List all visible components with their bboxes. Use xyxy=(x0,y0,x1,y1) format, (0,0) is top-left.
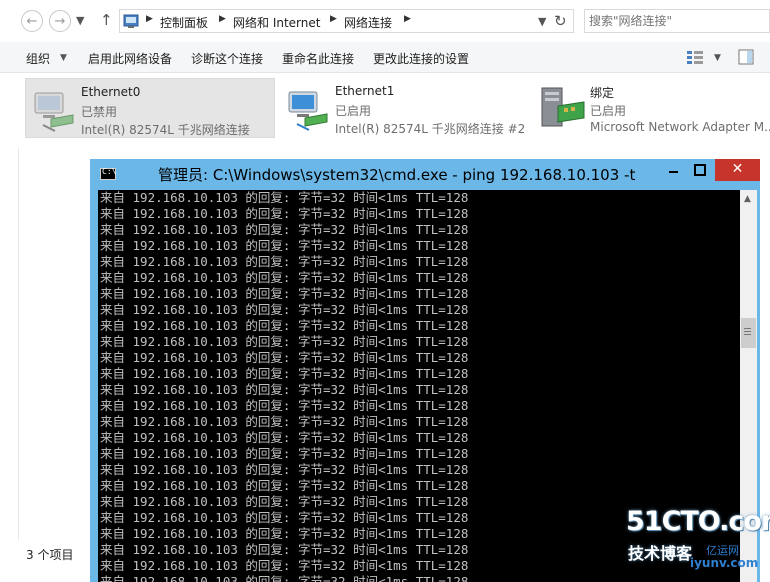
console-line: 来自 192.168.10.103 的回复: 字节=32 时间<1ms TTL=… xyxy=(100,430,469,445)
breadcrumb-separator-icon[interactable]: ▶ xyxy=(404,14,411,24)
view-dropdown-icon[interactable]: ▼ xyxy=(714,53,721,63)
enable-device-button[interactable]: 启用此网络设备 xyxy=(88,50,172,67)
minimize-button[interactable] xyxy=(660,159,686,181)
adapter-name: Ethernet1 xyxy=(335,84,395,98)
adapter-status: 已禁用 xyxy=(81,105,118,119)
item-count: 3 个项目 xyxy=(26,548,74,562)
console-line: 来自 192.168.10.103 的回复: 字节=32 时间<1ms TTL=… xyxy=(100,334,469,349)
adapter-status: 已启用 xyxy=(590,104,627,118)
maximize-button[interactable] xyxy=(687,159,713,181)
team-adapter-icon xyxy=(541,87,585,127)
console-line: 来自 192.168.10.103 的回复: 字节=32 时间<1ms TTL=… xyxy=(100,398,469,413)
adapter-item-team[interactable]: 绑定 已启用 Microsoft Network Adapter M... xyxy=(535,78,770,138)
recent-locations-icon[interactable]: ▼ xyxy=(76,14,84,27)
close-icon: ✕ xyxy=(731,161,744,177)
cmd-title: 管理员: C:\Windows\system32\cmd.exe - ping … xyxy=(158,166,636,184)
console-line: 来自 192.168.10.103 的回复: 字节=32 时间<1ms TTL=… xyxy=(100,462,469,477)
console-line: 来自 192.168.10.103 的回复: 字节=32 时间<1ms TTL=… xyxy=(100,270,469,285)
watermark-brand: 51CTO.com xyxy=(626,506,770,537)
breadcrumb-separator-icon: ▶ xyxy=(146,14,153,24)
search-input[interactable] xyxy=(589,13,739,29)
organize-dropdown-icon[interactable]: ▼ xyxy=(60,53,67,63)
change-settings-button[interactable]: 更改此连接的设置 xyxy=(373,50,469,67)
preview-pane-icon[interactable] xyxy=(738,49,754,65)
adapter-item-ethernet1[interactable]: Ethernet1 已启用 Intel(R) 82574L 千兆网络连接 #2 xyxy=(280,78,530,138)
adapter-device: Intel(R) 82574L 千兆网络连接 xyxy=(81,123,250,137)
console-line: 来自 192.168.10.103 的回复: 字节=32 时间<1ms TTL=… xyxy=(100,542,469,557)
scroll-up-icon[interactable]: ▲ xyxy=(744,194,751,204)
cmd-app-icon[interactable]: C:\ xyxy=(100,167,116,180)
adapter-item-ethernet0[interactable]: Ethernet0 已禁用 Intel(R) 82574L 千兆网络连接 xyxy=(25,78,275,138)
network-adapter-icon xyxy=(288,91,328,131)
maximize-icon xyxy=(694,164,706,176)
command-bar: 组织 ▼ 启用此网络设备 诊断这个连接 重命名此连接 更改此连接的设置 ▼ xyxy=(0,42,770,73)
console-line: 来自 192.168.10.103 的回复: 字节=32 时间<1ms TTL=… xyxy=(100,366,469,381)
console-line: 来自 192.168.10.103 的回复: 字节=32 时间<1ms TTL=… xyxy=(100,414,469,429)
console-line: 来自 192.168.10.103 的回复: 字节=32 时间<1ms TTL=… xyxy=(100,222,469,237)
console-line: 来自 192.168.10.103 的回复: 字节=32 时间<1ms TTL=… xyxy=(100,574,469,582)
cmd-title-bar[interactable]: C:\ 管理员: C:\Windows\system32\cmd.exe - p… xyxy=(90,159,760,189)
address-dropdown-icon[interactable]: ▼ xyxy=(538,15,546,28)
console-line: 来自 192.168.10.103 的回复: 字节=32 时间<1ms TTL=… xyxy=(100,526,469,541)
diagnose-button[interactable]: 诊断这个连接 xyxy=(191,50,263,67)
console-line: 来自 192.168.10.103 的回复: 字节=32 时间<1ms TTL=… xyxy=(100,478,469,493)
watermark-tagline: 技术博客 xyxy=(628,544,693,563)
adapter-device: Intel(R) 82574L 千兆网络连接 #2 xyxy=(335,122,526,136)
breadcrumb-network-internet[interactable]: 网络和 Internet xyxy=(233,14,320,31)
console-line: 来自 192.168.10.103 的回复: 字节=32 时间<1ms TTL=… xyxy=(100,350,469,365)
minimize-icon xyxy=(668,171,678,173)
address-box[interactable]: ▶ 控制面板 ▶ 网络和 Internet ▶ 网络连接 ▶ ▼ ↻ xyxy=(119,9,574,33)
back-button[interactable]: ← xyxy=(21,10,43,32)
up-button[interactable]: ↑ xyxy=(100,11,113,29)
console-line: 来自 192.168.10.103 的回复: 字节=32 时间<1ms TTL=… xyxy=(100,238,469,253)
console-line: 来自 192.168.10.103 的回复: 字节=32 时间<1ms TTL=… xyxy=(100,190,469,205)
control-panel-icon xyxy=(123,14,139,28)
console-line: 来自 192.168.10.103 的回复: 字节=32 时间<1ms TTL=… xyxy=(100,286,469,301)
console-line: 来自 192.168.10.103 的回复: 字节=32 时间<1ms TTL=… xyxy=(100,302,469,317)
adapter-device: Microsoft Network Adapter M... xyxy=(590,120,770,134)
breadcrumb-network-connections[interactable]: 网络连接 xyxy=(344,14,392,31)
console-line: 来自 192.168.10.103 的回复: 字节=32 时间<1ms TTL=… xyxy=(100,382,469,397)
console-line: 来自 192.168.10.103 的回复: 字节=32 时间<1ms TTL=… xyxy=(100,254,469,269)
console-line: 来自 192.168.10.103 的回复: 字节=32 时间<1ms TTL=… xyxy=(100,494,469,509)
close-button[interactable]: ✕ xyxy=(715,159,760,181)
scrollbar-grip-icon xyxy=(744,328,751,336)
network-adapter-disabled-icon xyxy=(34,92,74,132)
adapter-list: Ethernet0 已禁用 Intel(R) 82574L 千兆网络连接 Eth… xyxy=(0,73,770,143)
console-line: 来自 192.168.10.103 的回复: 字节=32 时间=1ms TTL=… xyxy=(100,446,469,461)
adapter-name: 绑定 xyxy=(590,86,615,100)
console-line: 来自 192.168.10.103 的回复: 字节=32 时间<1ms TTL=… xyxy=(100,510,469,525)
forward-button[interactable]: → xyxy=(49,10,71,32)
organize-button[interactable]: 组织 xyxy=(26,50,50,67)
adapter-status: 已启用 xyxy=(335,104,372,118)
breadcrumb-separator-icon[interactable]: ▶ xyxy=(330,14,337,24)
console-line: 来自 192.168.10.103 的回复: 字节=32 时间<1ms TTL=… xyxy=(100,318,469,333)
watermark-domain: iyunv.com xyxy=(690,556,759,570)
console-line: 来自 192.168.10.103 的回复: 字节=32 时间<1ms TTL=… xyxy=(100,206,469,221)
breadcrumb-control-panel[interactable]: 控制面板 xyxy=(160,14,208,31)
console-line: 来自 192.168.10.103 的回复: 字节=32 时间<1ms TTL=… xyxy=(100,558,469,573)
watermark: 51CTO.com 技术博客 亿运网 iyunv.com xyxy=(624,506,770,576)
view-options-icon[interactable] xyxy=(686,50,704,64)
address-bar-row: ← → ▼ ↑ ▶ 控制面板 ▶ 网络和 Internet ▶ 网络连接 ▶ ▼… xyxy=(0,0,770,42)
adapter-name: Ethernet0 xyxy=(81,85,141,99)
search-box[interactable] xyxy=(584,9,770,33)
refresh-icon[interactable]: ↻ xyxy=(554,12,567,30)
status-bar: 3 个项目 xyxy=(0,540,96,568)
breadcrumb-separator-icon[interactable]: ▶ xyxy=(219,14,226,24)
left-pane-edge xyxy=(0,148,19,540)
rename-button[interactable]: 重命名此连接 xyxy=(282,50,354,67)
